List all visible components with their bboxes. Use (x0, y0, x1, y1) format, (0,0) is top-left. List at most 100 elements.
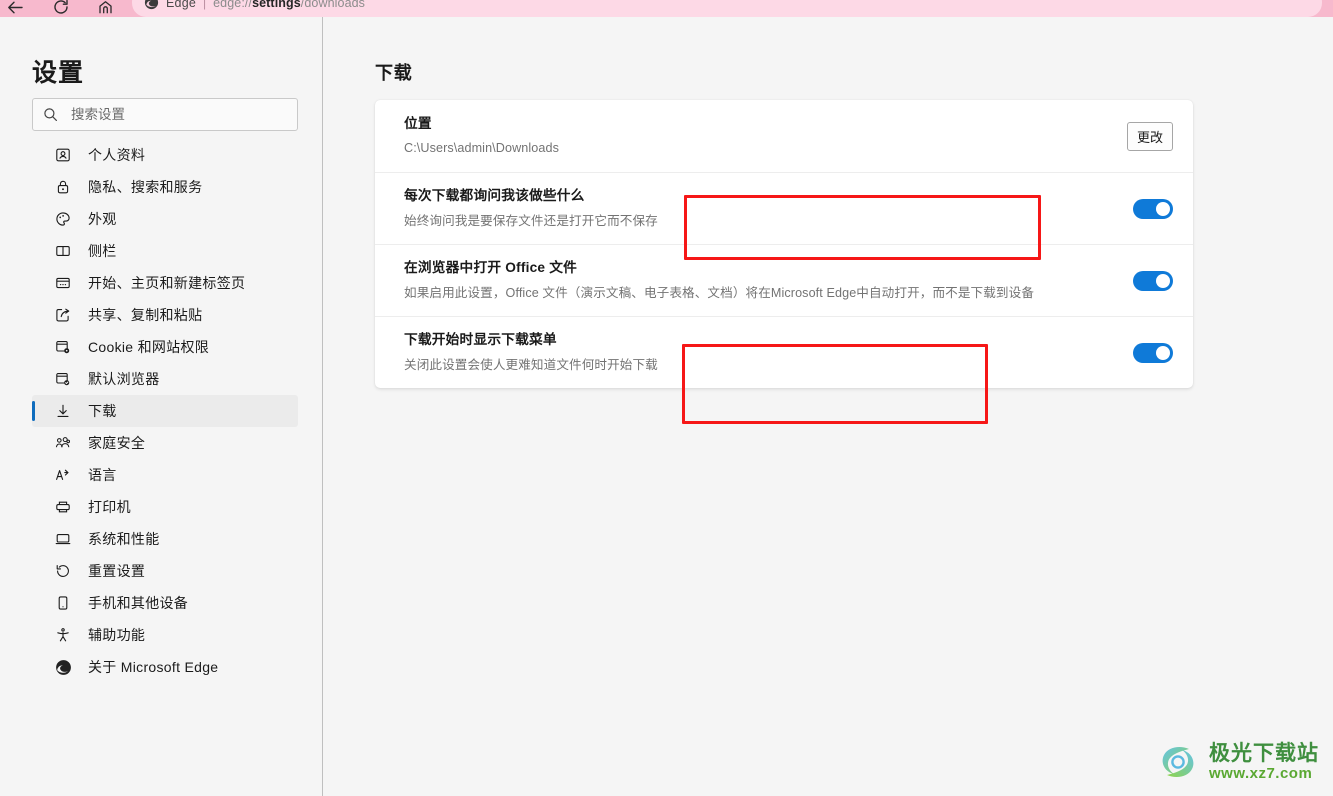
sidebar-item-label: Cookie 和网站权限 (88, 339, 210, 355)
edge-logo-icon (54, 658, 72, 676)
reload-button[interactable] (48, 0, 74, 17)
setting-description: 关闭此设置会使人更难知道文件何时开始下载 (404, 357, 658, 372)
setting-texts: 下载开始时显示下载菜单 关闭此设置会使人更难知道文件何时开始下载 (404, 317, 1133, 387)
phone-icon (54, 594, 72, 612)
toggle-knob (1156, 273, 1170, 288)
watermark-url: www.xz7.com (1209, 765, 1313, 782)
page-title: 设置 (32, 59, 85, 87)
setting-description: C:\Users\admin\Downloads (404, 141, 559, 156)
back-button[interactable] (2, 0, 28, 17)
palette-icon (54, 210, 72, 228)
setting-title: 在浏览器中打开 Office 文件 (404, 260, 577, 276)
browser-toolbar: Edge | edge://settings/downloads (0, 0, 1333, 17)
sidebar-item-label: 个人资料 (88, 147, 146, 163)
settings-nav-list: 个人资料 隐私、搜索和服务 外观 侧栏 开始、主页和新建标签页 共享、复制和粘贴… (32, 139, 298, 683)
sidebar-item-start-home-newtab[interactable]: 开始、主页和新建标签页 (32, 267, 298, 299)
sidebar-panel-icon (54, 242, 72, 260)
settings-page: 设置 个人资料 (0, 17, 1333, 796)
omnibox-brand-label: Edge (166, 0, 196, 10)
section-heading: 下载 (375, 63, 413, 83)
setting-title: 位置 (404, 115, 432, 131)
sidebar-item-downloads[interactable]: 下载 (32, 395, 298, 427)
url-suffix: /downloads (300, 0, 366, 10)
sidebar-item-cookies-site-permissions[interactable]: Cookie 和网站权限 (32, 331, 298, 363)
search-icon (43, 107, 58, 122)
show-downloads-menu-toggle[interactable] (1133, 342, 1173, 363)
url-prefix: edge:// (213, 0, 253, 10)
lock-icon (54, 178, 72, 196)
url-emphasis: settings (252, 0, 301, 10)
sidebar-item-sidebar[interactable]: 侧栏 (32, 235, 298, 267)
accessibility-icon (54, 626, 72, 644)
sidebar-item-label: 辅助功能 (88, 627, 146, 643)
sidebar-item-profile[interactable]: 个人资料 (32, 139, 298, 171)
sidebar-item-label: 语言 (88, 467, 117, 483)
ask-where-to-save-toggle[interactable] (1133, 198, 1173, 219)
download-arrow-icon (54, 402, 72, 420)
reset-icon (54, 562, 72, 580)
cookie-permissions-icon (54, 338, 72, 356)
setting-row-show-downloads-menu: 下载开始时显示下载菜单 关闭此设置会使人更难知道文件何时开始下载 (375, 316, 1193, 388)
downloads-settings-card: 位置 C:\Users\admin\Downloads 更改 每次下载都询问我该… (375, 100, 1193, 388)
sidebar-item-label: 隐私、搜索和服务 (88, 179, 203, 195)
profile-icon (54, 146, 72, 164)
sidebar-item-family-safety[interactable]: 家庭安全 (32, 427, 298, 459)
change-location-button[interactable]: 更改 (1126, 121, 1173, 151)
family-safety-icon (54, 434, 72, 452)
setting-texts: 在浏览器中打开 Office 文件 如果启用此设置，Office 文件（演示文稿… (404, 245, 1133, 315)
setting-title: 下载开始时显示下载菜单 (404, 332, 557, 348)
sidebar-item-default-browser[interactable]: 默认浏览器 (32, 363, 298, 395)
setting-texts: 位置 C:\Users\admin\Downloads (404, 101, 1127, 171)
omnibox-separator: | (203, 0, 207, 10)
sidebar-item-languages[interactable]: 语言 (32, 459, 298, 491)
reload-icon (52, 0, 70, 16)
sidebar-item-about-microsoft-edge[interactable]: 关于 Microsoft Edge (32, 651, 298, 683)
toggle-knob (1156, 201, 1170, 216)
sidebar-item-share-copy-paste[interactable]: 共享、复制和粘贴 (32, 299, 298, 331)
home-button[interactable] (92, 0, 118, 17)
search-input[interactable] (69, 106, 287, 123)
sidebar-item-appearance[interactable]: 外观 (32, 203, 298, 235)
sidebar-item-label: 关于 Microsoft Edge (88, 659, 219, 675)
settings-sidebar: 设置 个人资料 (0, 17, 323, 796)
setting-description: 如果启用此设置，Office 文件（演示文稿、电子表格、文档）将在Microso… (404, 285, 1035, 300)
watermark-texts: 极光下载站 www.xz7.com (1209, 743, 1319, 781)
setting-row-location: 位置 C:\Users\admin\Downloads 更改 (375, 100, 1193, 172)
watermark-title: 极光下载站 (1209, 742, 1319, 765)
sidebar-item-label: 重置设置 (88, 563, 146, 579)
open-office-files-toggle[interactable] (1133, 270, 1173, 291)
share-icon (54, 306, 72, 324)
back-arrow-icon (6, 0, 25, 17)
sidebar-item-label: 下载 (88, 403, 117, 419)
sidebar-item-label: 共享、复制和粘贴 (88, 307, 203, 323)
sidebar-item-phone-other-devices[interactable]: 手机和其他设备 (32, 587, 298, 619)
sidebar-item-printers[interactable]: 打印机 (32, 491, 298, 523)
sidebar-item-reset-settings[interactable]: 重置设置 (32, 555, 298, 587)
sidebar-item-label: 外观 (88, 211, 117, 227)
xz7-swirl-logo-icon (1156, 740, 1200, 784)
language-icon (54, 466, 72, 484)
setting-description: 始终询问我是要保存文件还是打开它而不保存 (404, 213, 658, 228)
sidebar-item-system-performance[interactable]: 系统和性能 (32, 523, 298, 555)
home-icon (97, 0, 114, 16)
setting-row-open-office-files: 在浏览器中打开 Office 文件 如果启用此设置，Office 文件（演示文稿… (375, 244, 1193, 316)
sidebar-item-label: 开始、主页和新建标签页 (88, 275, 246, 291)
site-watermark: 极光下载站 www.xz7.com (1156, 740, 1319, 784)
omnibox-url: edge://settings/downloads (213, 0, 365, 10)
setting-row-ask-where-to-save: 每次下载都询问我该做些什么 始终询问我是要保存文件还是打开它而不保存 (375, 172, 1193, 244)
sidebar-item-label: 手机和其他设备 (88, 595, 189, 611)
sidebar-item-label: 默认浏览器 (88, 371, 160, 387)
sidebar-item-label: 家庭安全 (88, 435, 146, 451)
downloads-settings-content: 下载 位置 C:\Users\admin\Downloads 更改 每次下载都询… (324, 17, 1333, 796)
edge-logo-icon (144, 0, 159, 10)
address-bar[interactable]: Edge | edge://settings/downloads (132, 0, 1322, 17)
sidebar-item-label: 侧栏 (88, 243, 117, 259)
setting-texts: 每次下载都询问我该做些什么 始终询问我是要保存文件还是打开它而不保存 (404, 173, 1133, 243)
sidebar-item-accessibility[interactable]: 辅助功能 (32, 619, 298, 651)
sidebar-item-privacy-search-services[interactable]: 隐私、搜索和服务 (32, 171, 298, 203)
toggle-knob (1156, 345, 1170, 360)
start-home-newtab-icon (54, 274, 72, 292)
monitor-icon (54, 530, 72, 548)
search-settings-box[interactable] (32, 98, 298, 131)
sidebar-item-label: 打印机 (88, 499, 131, 515)
